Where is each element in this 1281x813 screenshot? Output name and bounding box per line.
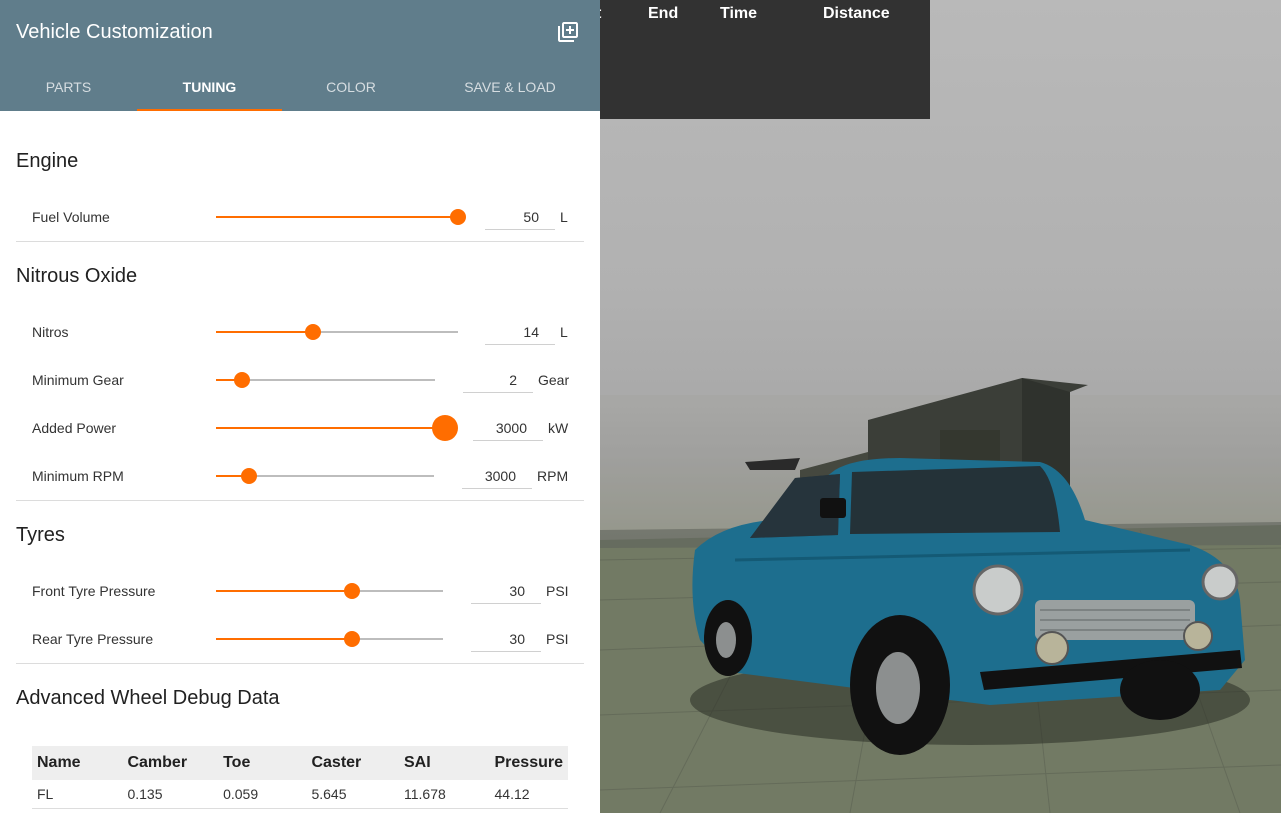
column-header: Camber <box>122 746 219 780</box>
hud-column-end: End <box>648 5 679 22</box>
table-cell: 0.059 <box>218 780 307 809</box>
scene-illustration <box>600 378 1281 813</box>
wheel-debug-table: Name Camber Toe Caster SAI Pressure FL 0… <box>32 746 568 809</box>
min-rpm-label: Minimum RPM <box>32 468 124 484</box>
fuel-volume-input[interactable] <box>485 204 555 230</box>
divider <box>16 663 584 664</box>
fuel-volume-unit: L <box>560 209 568 225</box>
fuel-volume-slider[interactable] <box>216 205 466 229</box>
rear-tyre-pressure-input[interactable] <box>471 626 541 652</box>
section-title-tyres: Tyres <box>16 524 65 546</box>
table-row: FL 0.135 0.059 5.645 11.678 44.12 <box>32 780 568 809</box>
section-title-debug: Advanced Wheel Debug Data <box>16 687 280 709</box>
nitros-input[interactable] <box>485 319 555 345</box>
min-gear-slider[interactable] <box>216 368 435 392</box>
race-hud: t End Time Distance <box>596 0 930 119</box>
added-power-input[interactable] <box>473 415 543 441</box>
slider-thumb[interactable] <box>304 324 321 340</box>
table-header-row: Name Camber Toe Caster SAI Pressure <box>32 746 568 780</box>
table-cell: 44.12 <box>489 780 568 809</box>
front-tyre-pressure-unit: PSI <box>546 583 569 599</box>
column-header: Caster <box>306 746 399 780</box>
column-header: SAI <box>399 746 490 780</box>
nitros-label: Nitros <box>32 324 69 340</box>
rear-tyre-pressure-label: Rear Tyre Pressure <box>32 631 154 647</box>
divider <box>16 241 584 242</box>
table-cell: 0.135 <box>122 780 219 809</box>
hud-column-time: Time <box>720 5 758 22</box>
divider <box>16 500 584 501</box>
table-cell: 11.678 <box>399 780 490 809</box>
section-title-engine: Engine <box>16 150 79 172</box>
column-header: Pressure <box>489 746 568 780</box>
table-cell: FL <box>32 780 123 809</box>
min-gear-unit: Gear <box>538 372 570 388</box>
slider-thumb[interactable] <box>344 583 361 599</box>
rear-tyre-pressure-unit: PSI <box>546 631 569 647</box>
min-gear-input[interactable] <box>463 367 533 393</box>
min-rpm-slider[interactable] <box>216 464 434 488</box>
nitros-slider[interactable] <box>216 320 458 344</box>
panel-header: Vehicle Customization PARTS TUNING COLOR… <box>0 0 600 111</box>
viewport-3d-scene[interactable] <box>600 0 1281 813</box>
min-gear-label: Minimum Gear <box>32 372 124 388</box>
slider-thumb[interactable] <box>432 415 458 441</box>
added-power-unit: kW <box>548 420 569 436</box>
table-cell: 5.645 <box>306 780 399 809</box>
slider-thumb[interactable] <box>234 372 251 388</box>
min-rpm-input[interactable] <box>462 463 532 489</box>
added-power-slider[interactable] <box>216 415 458 441</box>
library-add-icon <box>558 22 578 42</box>
nitros-unit: L <box>560 324 568 340</box>
front-tyre-pressure-label: Front Tyre Pressure <box>32 583 156 599</box>
vehicle-customization-panel: Vehicle Customization PARTS TUNING COLOR… <box>0 0 600 813</box>
min-rpm-unit: RPM <box>537 468 569 484</box>
slider-thumb[interactable] <box>240 468 257 484</box>
front-tyre-pressure-input[interactable] <box>471 578 541 604</box>
tab-color[interactable]: COLOR <box>282 78 420 111</box>
slider-thumb[interactable] <box>344 631 361 647</box>
section-title-nitrous: Nitrous Oxide <box>16 265 138 287</box>
tab-parts[interactable]: PARTS <box>0 78 137 111</box>
column-header: Name <box>32 746 123 780</box>
tab-tuning[interactable]: TUNING <box>137 78 282 111</box>
rear-tyre-pressure-slider[interactable] <box>216 627 443 651</box>
hud-column-distance: Distance <box>823 5 890 22</box>
column-header: Toe <box>218 746 307 780</box>
tab-save-load[interactable]: SAVE & LOAD <box>420 78 600 111</box>
added-power-label: Added Power <box>32 420 117 436</box>
add-config-button[interactable] <box>556 20 580 44</box>
panel-title: Vehicle Customization <box>16 21 213 43</box>
slider-thumb[interactable] <box>450 209 466 225</box>
front-tyre-pressure-slider[interactable] <box>216 579 443 603</box>
fuel-volume-label: Fuel Volume <box>32 209 110 225</box>
